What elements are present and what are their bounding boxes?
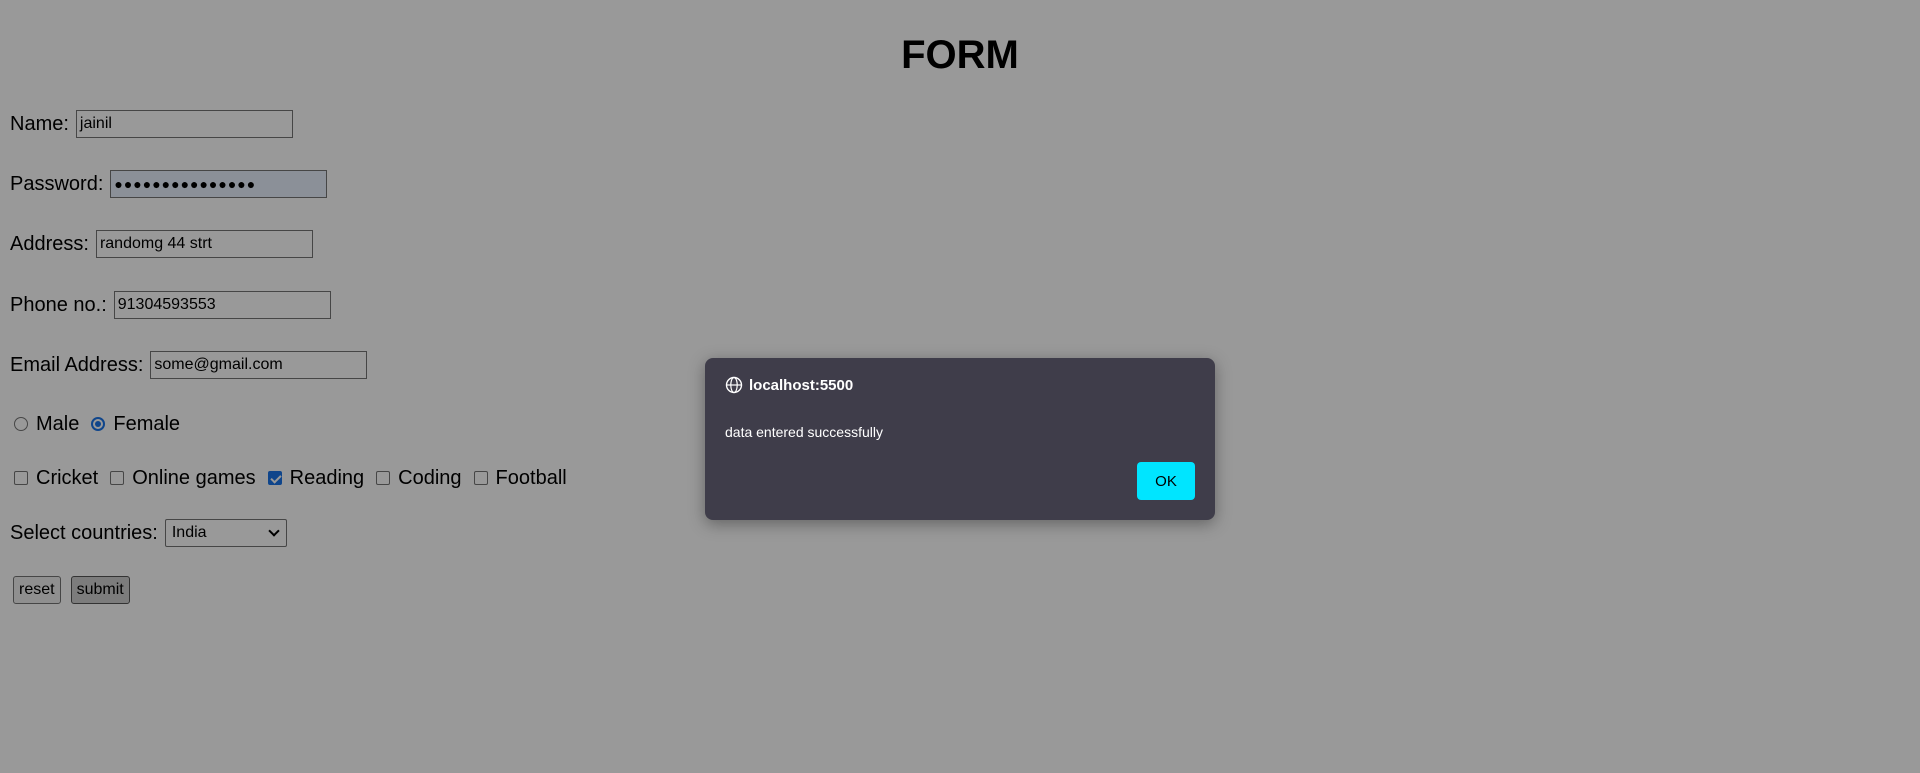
dialog-origin: localhost:5500: [725, 376, 853, 394]
dialog-origin-text: localhost:5500: [749, 376, 854, 394]
globe-icon: [725, 376, 743, 394]
alert-dialog: localhost:5500 data entered successfully…: [705, 358, 1215, 520]
dialog-message: data entered successfully: [725, 424, 883, 440]
ok-button[interactable]: OK: [1137, 462, 1195, 500]
